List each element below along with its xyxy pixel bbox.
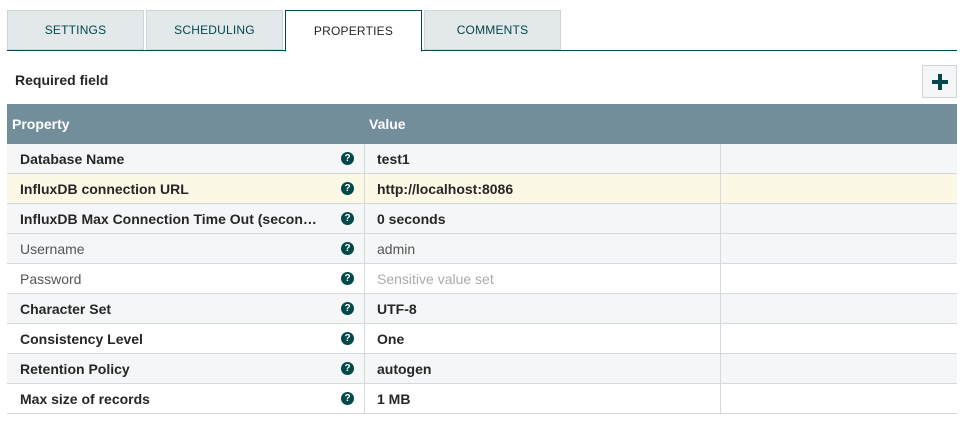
table-row[interactable]: Character Set ? UTF-8 xyxy=(7,294,957,324)
property-value[interactable]: Sensitive value set xyxy=(365,264,721,293)
properties-table: Property Value Database Name ? test1 Inf… xyxy=(7,104,957,414)
property-value[interactable]: autogen xyxy=(365,354,721,383)
table-row[interactable]: Max size of records ? 1 MB xyxy=(7,384,957,414)
row-actions-cell xyxy=(721,264,957,293)
row-actions-cell xyxy=(721,354,957,383)
row-actions-cell xyxy=(721,234,957,263)
row-actions-cell xyxy=(721,144,957,173)
property-name: Password xyxy=(20,270,82,287)
property-name: Retention Policy xyxy=(20,360,130,377)
row-actions-cell xyxy=(721,294,957,323)
property-name-cell: Retention Policy ? xyxy=(7,354,365,383)
property-value[interactable]: 0 seconds xyxy=(365,204,721,233)
property-name: InfluxDB connection URL xyxy=(20,180,189,197)
table-row[interactable]: Database Name ? test1 xyxy=(7,144,957,174)
help-icon[interactable]: ? xyxy=(341,212,354,225)
property-name-cell: Password ? xyxy=(7,264,365,293)
property-name-cell: InfluxDB Max Connection Time Out (secon…… xyxy=(7,204,365,233)
property-value[interactable]: One xyxy=(365,324,721,353)
property-name-cell: Character Set ? xyxy=(7,294,365,323)
help-icon[interactable]: ? xyxy=(341,362,354,375)
property-value[interactable]: test1 xyxy=(365,144,721,173)
header-property[interactable]: Property xyxy=(7,116,365,132)
property-name-cell: Database Name ? xyxy=(7,144,365,173)
property-name: Database Name xyxy=(20,150,125,167)
tab-settings[interactable]: SETTINGS xyxy=(7,10,144,50)
table-row[interactable]: Retention Policy ? autogen xyxy=(7,354,957,384)
row-actions-cell xyxy=(721,204,957,233)
property-name: Character Set xyxy=(20,300,112,317)
help-icon[interactable]: ? xyxy=(341,272,354,285)
table-row[interactable]: InfluxDB Max Connection Time Out (secon…… xyxy=(7,204,957,234)
property-name: Username xyxy=(20,240,85,257)
property-name-cell: Consistency Level ? xyxy=(7,324,365,353)
tab-divider xyxy=(7,50,957,51)
help-icon[interactable]: ? xyxy=(341,152,354,165)
help-icon[interactable]: ? xyxy=(341,302,354,315)
property-value[interactable]: admin xyxy=(365,234,721,263)
property-value[interactable]: UTF-8 xyxy=(365,294,721,323)
property-value[interactable]: http://localhost:8086 xyxy=(365,174,721,203)
tab-properties[interactable]: PROPERTIES xyxy=(285,10,422,52)
table-row[interactable]: Password ? Sensitive value set xyxy=(7,264,957,294)
table-row[interactable]: Consistency Level ? One xyxy=(7,324,957,354)
plus-icon xyxy=(931,73,948,90)
help-icon[interactable]: ? xyxy=(341,332,354,345)
tab-scheduling[interactable]: SCHEDULING xyxy=(146,10,283,50)
tab-comments[interactable]: COMMENTS xyxy=(424,10,561,50)
header-value[interactable]: Value xyxy=(365,116,406,132)
property-name-cell: Max size of records ? xyxy=(7,384,365,413)
help-icon[interactable]: ? xyxy=(341,392,354,405)
tab-bar: SETTINGS SCHEDULING PROPERTIES COMMENTS xyxy=(7,10,561,52)
add-property-button[interactable] xyxy=(922,65,957,98)
required-field-label: Required field xyxy=(15,72,109,88)
property-name-cell: Username ? xyxy=(7,234,365,263)
table-header: Property Value xyxy=(7,104,957,144)
property-name: InfluxDB Max Connection Time Out (secon… xyxy=(20,210,317,227)
table-row[interactable]: Username ? admin xyxy=(7,234,957,264)
row-actions-cell xyxy=(721,324,957,353)
property-name-cell: InfluxDB connection URL ? xyxy=(7,174,365,203)
property-name: Consistency Level xyxy=(20,330,143,347)
table-row[interactable]: InfluxDB connection URL ? http://localho… xyxy=(7,174,957,204)
help-icon[interactable]: ? xyxy=(341,242,354,255)
row-actions-cell xyxy=(721,384,957,413)
property-name: Max size of records xyxy=(20,390,150,407)
help-icon[interactable]: ? xyxy=(341,182,354,195)
row-actions-cell xyxy=(721,174,957,203)
property-value[interactable]: 1 MB xyxy=(365,384,721,413)
